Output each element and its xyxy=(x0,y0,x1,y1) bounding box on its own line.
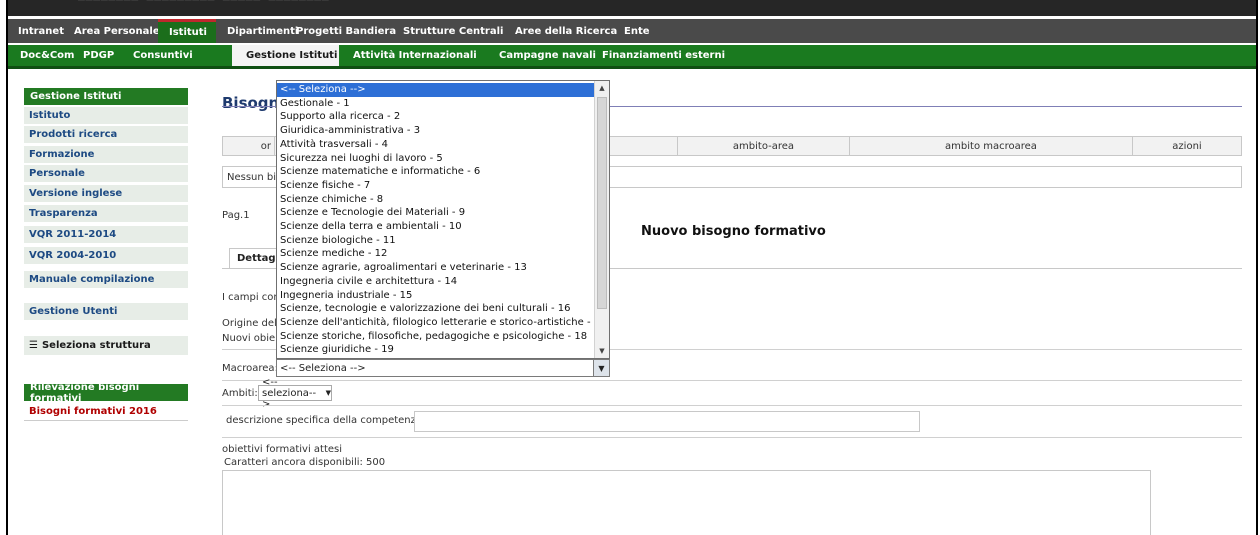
dropdown-option[interactable]: Attività trasversali - 4 xyxy=(277,138,595,152)
column-header-ambito-macroarea: ambito macroarea xyxy=(850,137,1133,155)
seleziona-struttura-label: Seleziona struttura xyxy=(41,340,151,351)
section-title: Nuovo bisogno formativo xyxy=(641,224,826,239)
dropdown-option[interactable]: Sicurezza nei luoghi di lavoro - 5 xyxy=(277,152,595,166)
obiettivi-textarea[interactable] xyxy=(222,470,1151,535)
dropdown-option[interactable]: Scienze della terra e ambientali - 10 xyxy=(277,220,595,234)
dropdown-option[interactable]: Scienze dell'antichità, filologico lette… xyxy=(277,316,595,330)
dropdown-option[interactable]: Scienze agrarie, agroalimentari e veteri… xyxy=(277,261,595,275)
caratteri-counter: Caratteri ancora disponibili: 500 xyxy=(224,457,386,468)
nav-strutture-centrali[interactable]: Strutture Centrali xyxy=(392,19,505,43)
sidebar-item-gestione-utenti[interactable]: Gestione Utenti xyxy=(24,303,188,321)
macroarea-select-value: <-- Seleziona --> xyxy=(280,362,366,374)
sidebar-item-prodotti-ricerca[interactable]: Prodotti ricerca xyxy=(24,126,188,144)
sidebar-item-vqr-2004-2010[interactable]: VQR 2004-2010 xyxy=(24,247,188,265)
dropdown-option[interactable]: Supporto alla ricerca - 2 xyxy=(277,110,595,124)
macroarea-label: Macroarea: xyxy=(222,363,278,374)
dropdown-option[interactable]: Scienze biologiche - 11 xyxy=(277,234,595,248)
list-icon: ☰ xyxy=(29,340,38,351)
divider xyxy=(222,405,1242,406)
window-frame-left xyxy=(6,0,8,535)
divider xyxy=(222,437,1242,438)
divider xyxy=(222,380,1242,381)
descrizione-label: descrizione specifica della competenza *… xyxy=(226,415,434,426)
required-fields-note: I campi con xyxy=(222,292,280,303)
sidebar-item-istituto[interactable]: Istituto xyxy=(24,107,188,125)
descrizione-label-text: descrizione specifica della competenza xyxy=(226,415,423,426)
dropdown-option[interactable]: Scienze storiche, filosofiche, pedagogic… xyxy=(277,330,595,344)
dropdown-option[interactable]: Scienze e Tecnologie dei Materiali - 9 xyxy=(277,206,595,220)
sidebar-item-personale[interactable]: Personale xyxy=(24,165,188,183)
chevron-down-icon: ▼ xyxy=(325,389,331,397)
ambiti-label: Ambiti: xyxy=(222,388,258,399)
dropdown-option[interactable]: Scienze giuridiche - 19 xyxy=(277,343,595,357)
dropdown-option[interactable]: Gestionale - 1 xyxy=(277,97,595,111)
column-header-ambito-area: ambito-area xyxy=(678,137,850,155)
nav-dipartimenti[interactable]: Dipartimenti xyxy=(216,19,298,43)
sidebar-item-trasparenza[interactable]: Trasparenza xyxy=(24,205,188,223)
pagination-label: Pag.1 xyxy=(222,210,250,221)
seleziona-struttura-button[interactable]: ☰ Seleziona struttura xyxy=(24,336,188,356)
nav-area-personale[interactable]: Area Personale xyxy=(62,19,160,43)
dropdown-scrollbar[interactable]: ▲ ▼ xyxy=(594,81,609,358)
sidebar-item-vqr-2011-2014[interactable]: VQR 2011-2014 xyxy=(24,226,188,244)
window-frame-right xyxy=(1256,0,1258,535)
dropdown-option[interactable]: Giuridica-amministrativa - 3 xyxy=(277,124,595,138)
dropdown-option[interactable]: Ingegneria industriale - 15 xyxy=(277,289,595,303)
nav-ente[interactable]: Ente xyxy=(621,19,661,43)
sidebar-heading-rilevazione: Rilevazione bisogni formativi xyxy=(24,382,188,404)
secondary-nav: Doc&Com PDGP Consuntivi Gestione Istitut… xyxy=(8,45,1256,69)
subnav-attivita-internazionali[interactable]: Attività Internazionali xyxy=(339,45,487,66)
primary-nav: Intranet Area Personale Istituti Diparti… xyxy=(8,19,1256,43)
nav-progetti-bandiera[interactable]: Progetti Bandiera xyxy=(285,19,396,43)
page-title: Bisogn xyxy=(222,94,280,112)
subnav-consuntivi[interactable]: Consuntivi xyxy=(118,45,232,66)
cut-off-site-title: ▀▀▀▀▀▀▀▀ ▀▀▀▀▀▀▀▀▀ ▀▀▀▀▀ ▀▀▀▀▀▀▀▀ xyxy=(78,0,330,7)
scrollbar-thumb[interactable] xyxy=(597,97,607,309)
dropdown-option[interactable]: Scienze chimiche - 8 xyxy=(277,193,595,207)
dropdown-option[interactable]: Scienze matematiche e informatiche - 6 xyxy=(277,165,595,179)
origine-value[interactable]: Nuovi obie xyxy=(222,333,275,344)
obiettivi-label: obiettivi formativi attesi xyxy=(222,444,343,455)
nav-intranet[interactable]: Intranet xyxy=(8,19,64,43)
dropdown-option[interactable]: Scienze fisiche - 7 xyxy=(277,179,595,193)
macroarea-select[interactable]: <-- Seleziona --> ▼ xyxy=(276,359,610,377)
ambiti-select[interactable]: <--seleziona--> ▼ xyxy=(258,377,332,410)
sidebar-item-manuale-compilazione[interactable]: Manuale compilazione xyxy=(24,271,188,289)
subnav-doc-com[interactable]: Doc&Com xyxy=(8,45,74,66)
browser-top-bar: ▀▀▀▀▀▀▀▀ ▀▀▀▀▀▀▀▀▀ ▀▀▀▀▀ ▀▀▀▀▀▀▀▀ xyxy=(8,0,1256,16)
nav-aree-della-ricerca[interactable]: Aree della Ricerca xyxy=(505,19,621,43)
subnav-pdgp[interactable]: PDGP xyxy=(74,45,118,66)
macroarea-dropdown-list[interactable]: <-- Seleziona --> Gestionale - 1 Support… xyxy=(276,80,610,359)
dropdown-option[interactable]: Scienze mediche - 12 xyxy=(277,247,595,261)
column-header-ordine: or xyxy=(223,137,275,155)
descrizione-input[interactable] xyxy=(414,411,920,432)
nav-istituti[interactable]: Istituti xyxy=(158,19,216,43)
sidebar-item-bisogni-formativi-2016[interactable]: Bisogni formativi 2016 xyxy=(24,403,188,421)
dropdown-option[interactable]: Scienze, tecnologie e valorizzazione dei… xyxy=(277,302,595,316)
chevron-down-icon[interactable]: ▼ xyxy=(593,360,609,376)
sidebar-heading-gestione-istituti: Gestione Istituti xyxy=(24,88,188,105)
subnav-campagne-navali[interactable]: Campagne navali xyxy=(487,45,596,66)
sidebar-item-versione-inglese[interactable]: Versione inglese xyxy=(24,185,188,203)
dropdown-option[interactable]: <-- Seleziona --> xyxy=(277,83,595,97)
origine-label: Origine dell' xyxy=(222,318,283,329)
scroll-down-icon[interactable]: ▼ xyxy=(595,346,609,356)
sidebar-item-formazione[interactable]: Formazione xyxy=(24,146,188,164)
subnav-gestione-istituti[interactable]: Gestione Istituti xyxy=(232,45,339,66)
dropdown-option[interactable]: Ingegneria civile e architettura - 14 xyxy=(277,275,595,289)
column-header-azioni: azioni xyxy=(1172,140,1202,152)
subnav-finanziamenti-esterni[interactable]: Finanziamenti esterni xyxy=(595,45,735,66)
scroll-up-icon[interactable]: ▲ xyxy=(595,83,609,93)
